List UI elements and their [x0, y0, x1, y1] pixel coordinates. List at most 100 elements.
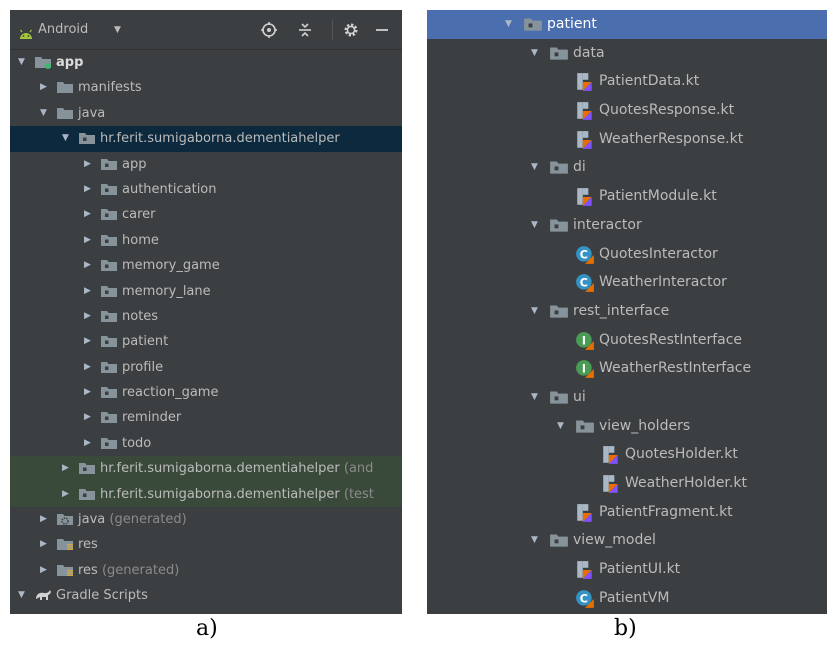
tree-item-label: view_holders [599, 412, 690, 441]
tree-item[interactable]: ▶ carer [10, 202, 402, 227]
tree-item[interactable]: QuotesResponse.kt [427, 96, 827, 125]
tree-item[interactable]: ▶ hr.ferit.sumigaborna.dementiahelper (te… [10, 481, 402, 508]
tree-item[interactable]: C WeatherInteractor [427, 268, 827, 297]
tree-item[interactable]: ▶ authentication [10, 177, 402, 202]
tree-item[interactable]: ▼ di [427, 153, 827, 182]
tree-item[interactable]: C PatientVM [427, 584, 827, 613]
collapsed-arrow-icon[interactable]: ▶ [84, 177, 91, 202]
collapsed-arrow-icon[interactable]: ▶ [84, 202, 91, 227]
tree-item-label: app [56, 50, 83, 75]
tree-item-label: carer [122, 202, 156, 227]
collapsed-arrow-icon[interactable]: ▶ [84, 329, 91, 354]
tree-item[interactable]: ▶ app [10, 152, 402, 177]
minimize-icon[interactable] [373, 21, 391, 39]
collapse-all-icon[interactable] [296, 21, 314, 39]
svg-text:C: C [580, 277, 588, 290]
gear-icon[interactable] [342, 21, 360, 39]
expanded-arrow-icon[interactable]: ▼ [531, 526, 538, 555]
project-view-selector[interactable]: Android [38, 10, 88, 50]
tree-item[interactable]: ▶ reaction_game [10, 380, 402, 405]
tree-item[interactable]: ▶ memory_game [10, 253, 402, 278]
tree-item[interactable]: ▼ patient [427, 10, 827, 39]
tree-item-label: PatientVM [599, 584, 669, 613]
expanded-arrow-icon[interactable]: ▼ [62, 126, 69, 151]
tree-item[interactable]: ▼ app [10, 50, 402, 75]
collapsed-arrow-icon[interactable]: ▶ [84, 431, 91, 456]
tree-item-text: carer [122, 207, 156, 223]
android-icon [18, 25, 34, 44]
tree-item[interactable]: ▶ todo [10, 431, 402, 456]
tree-item[interactable]: PatientUI.kt [427, 555, 827, 584]
expanded-arrow-icon[interactable]: ▼ [531, 39, 538, 68]
collapsed-arrow-icon[interactable]: ▶ [84, 380, 91, 405]
expanded-arrow-icon[interactable]: ▼ [531, 211, 538, 240]
tree-item[interactable]: ▼ ui [427, 383, 827, 412]
tree-item[interactable]: ▶ res (generated) [10, 558, 402, 583]
expanded-arrow-icon[interactable]: ▼ [531, 383, 538, 412]
tree-item[interactable]: PatientData.kt [427, 67, 827, 96]
tree-item[interactable]: WeatherHolder.kt [427, 469, 827, 498]
tree-item[interactable]: PatientFragment.kt [427, 498, 827, 527]
tree-item-text: app [122, 156, 147, 172]
tree-item[interactable]: I WeatherRestInterface [427, 354, 827, 383]
collapsed-arrow-icon[interactable]: ▶ [84, 228, 91, 253]
collapsed-arrow-icon[interactable]: ▶ [62, 482, 69, 507]
tree-item[interactable]: ▶ hr.ferit.sumigaborna.dementiahelper (an… [10, 456, 402, 482]
expanded-arrow-icon[interactable]: ▼ [505, 10, 512, 39]
tree-item-text: todo [122, 435, 152, 451]
tree-item[interactable]: ▶ reminder [10, 405, 402, 430]
locate-icon[interactable] [260, 21, 278, 39]
tree-item-label: WeatherHolder.kt [625, 469, 747, 498]
tree-item[interactable]: PatientModule.kt [427, 182, 827, 211]
collapsed-arrow-icon[interactable]: ▶ [40, 507, 47, 532]
collapsed-arrow-icon[interactable]: ▶ [40, 532, 47, 557]
tree-item[interactable]: ▼ Gradle Scripts [10, 583, 402, 608]
tree-item-label: profile [122, 355, 163, 380]
tree-item-label: interactor [573, 211, 642, 240]
tree-item[interactable]: ▼ data [427, 39, 827, 68]
collapsed-arrow-icon[interactable]: ▶ [40, 558, 47, 583]
tree-item[interactable]: ▼ hr.ferit.sumigaborna.dementiahelper [10, 126, 402, 152]
tree-item[interactable]: WeatherResponse.kt [427, 125, 827, 154]
tree-item-label: home [122, 228, 159, 253]
tree-item-label: WeatherResponse.kt [599, 125, 743, 154]
tree-item[interactable]: ▶ memory_lane [10, 279, 402, 304]
tree-item-label: hr.ferit.sumigaborna.dementiahelper [100, 126, 340, 151]
tree-item-text: di [573, 159, 586, 176]
expanded-arrow-icon[interactable]: ▼ [40, 101, 47, 126]
expanded-arrow-icon[interactable]: ▼ [531, 153, 538, 182]
tree-item[interactable]: ▼ view_holders [427, 412, 827, 441]
collapsed-arrow-icon[interactable]: ▶ [84, 279, 91, 304]
collapsed-arrow-icon[interactable]: ▶ [84, 405, 91, 430]
gradle-icon [34, 587, 52, 612]
tree-item[interactable]: ▶ res [10, 532, 402, 557]
collapsed-arrow-icon[interactable]: ▶ [84, 304, 91, 329]
expanded-arrow-icon[interactable]: ▼ [557, 412, 564, 441]
tree-item[interactable]: C QuotesInteractor [427, 240, 827, 269]
collapsed-arrow-icon[interactable]: ▶ [84, 253, 91, 278]
project-tree-panel-b: ▼ patient ▼ data PatientData.kt QuotesRespons… [427, 10, 827, 614]
chevron-down-icon[interactable]: ▼ [114, 10, 121, 50]
collapsed-arrow-icon[interactable]: ▶ [84, 152, 91, 177]
collapsed-arrow-icon[interactable]: ▶ [40, 75, 47, 100]
expanded-arrow-icon[interactable]: ▼ [531, 297, 538, 326]
tree-item-text: rest_interface [573, 302, 670, 319]
tree-item[interactable]: ▼ view_model [427, 526, 827, 555]
tree-item[interactable]: ▶ manifests [10, 75, 402, 100]
collapsed-arrow-icon[interactable]: ▶ [84, 355, 91, 380]
expanded-arrow-icon[interactable]: ▼ [18, 583, 25, 608]
tree-item[interactable]: ▶ home [10, 228, 402, 253]
tree-item[interactable]: I QuotesRestInterface [427, 326, 827, 355]
tree-item[interactable]: ▼ interactor [427, 211, 827, 240]
tree-item[interactable]: ▶ profile [10, 355, 402, 380]
tree-item[interactable]: ▼ rest_interface [427, 297, 827, 326]
expanded-arrow-icon[interactable]: ▼ [18, 50, 25, 75]
tree-item[interactable]: ▶ notes [10, 304, 402, 329]
collapsed-arrow-icon[interactable]: ▶ [62, 456, 69, 481]
tree-item[interactable]: ▼ java [10, 101, 402, 126]
tree-item-text: PatientUI.kt [599, 561, 681, 578]
tree-item[interactable]: ▶ patient [10, 329, 402, 354]
tree-item-label: PatientFragment.kt [599, 498, 733, 527]
tree-item[interactable]: QuotesHolder.kt [427, 440, 827, 469]
tree-item[interactable]: ▶ java (generated) [10, 507, 402, 532]
